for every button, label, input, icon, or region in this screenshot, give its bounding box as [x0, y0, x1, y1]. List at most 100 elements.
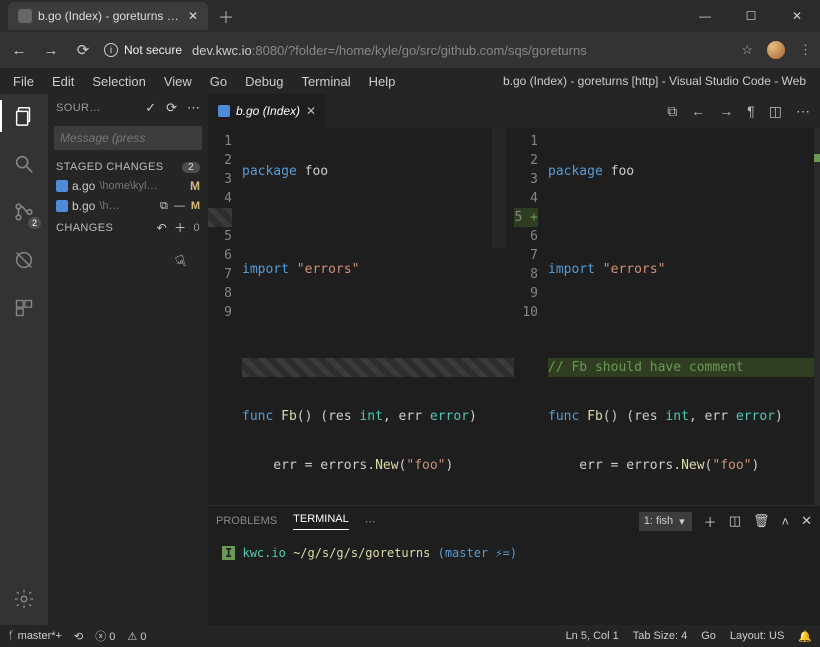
menu-help[interactable]: Help	[360, 71, 405, 92]
stage-all-icon[interactable]: ＋	[174, 219, 186, 236]
code-content[interactable]: package foo import "errors" func Fb() (r…	[242, 128, 514, 505]
search-icon[interactable]	[10, 150, 38, 178]
overview-ruler[interactable]	[814, 128, 820, 505]
close-icon[interactable]: ✕	[306, 104, 316, 118]
errors-status[interactable]: ⓧ 0	[95, 628, 115, 644]
extensions-icon[interactable]	[10, 294, 38, 322]
staged-file-row[interactable]: a.go \home\kyl… M	[48, 176, 208, 196]
close-window-button[interactable]: ✕	[774, 0, 820, 32]
activity-bar: 2	[0, 94, 48, 625]
go-file-icon	[56, 180, 68, 192]
window-controls: — ☐ ✕	[682, 0, 820, 32]
split-editor-icon[interactable]: ◫	[769, 103, 782, 120]
language-mode[interactable]: Go	[701, 630, 716, 642]
next-change-icon[interactable]: →	[719, 103, 733, 120]
explorer-icon[interactable]	[10, 102, 38, 130]
unstage-icon[interactable]: —	[174, 200, 185, 212]
changes-count-badge: 0	[193, 222, 200, 234]
scm-badge: 2	[28, 217, 41, 229]
security-indicator[interactable]: i Not secure	[104, 43, 182, 57]
diff-editor[interactable]: 1234 56789 package foo import "errors" f…	[208, 128, 820, 505]
line-gutter: 1234 56789	[208, 128, 242, 505]
browser-tab-strip: b.go (Index) - goreturns [http] - V ✕ ＋	[0, 0, 234, 32]
editor-tabs: b.go (Index) ✕ ⧉ ← → ¶ ◫ ⋯	[208, 94, 820, 128]
menu-edit[interactable]: Edit	[43, 71, 83, 92]
tab-size[interactable]: Tab Size: 4	[633, 630, 687, 642]
browser-menu-icon[interactable]: ⋮	[799, 42, 812, 58]
menu-view[interactable]: View	[155, 71, 201, 92]
modified-badge: M	[191, 200, 200, 212]
settings-gear-icon[interactable]	[10, 585, 38, 613]
editor-area: b.go (Index) ✕ ⧉ ← → ¶ ◫ ⋯ 1234 56789 pa…	[208, 94, 820, 625]
scm-icon[interactable]: 2	[10, 198, 38, 226]
scm-sidebar: SOUR… ✓ ⟳ ⋯ Message (press STAGED CHANGE…	[48, 94, 208, 625]
menu-terminal[interactable]: Terminal	[292, 71, 359, 92]
commit-icon[interactable]: ✓	[145, 100, 156, 116]
commit-message-input[interactable]: Message (press	[54, 126, 202, 150]
minimap[interactable]	[492, 128, 506, 248]
info-icon: i	[104, 43, 118, 57]
kill-terminal-icon[interactable]: 🗑	[753, 513, 770, 529]
browser-tab[interactable]: b.go (Index) - goreturns [http] - V ✕	[8, 2, 208, 30]
notifications-icon[interactable]: 🔔	[798, 630, 812, 643]
sidebar-title: SOUR…	[56, 102, 137, 114]
warnings-status[interactable]: ⚠ 0	[127, 630, 146, 643]
back-button[interactable]: ←	[8, 42, 30, 59]
line-gutter: 12345 +678910	[514, 128, 548, 505]
profile-avatar-icon[interactable]	[767, 41, 785, 59]
whitespace-icon[interactable]: ¶	[747, 103, 755, 120]
diff-left-pane[interactable]: 1234 56789 package foo import "errors" f…	[208, 128, 514, 505]
sync-icon[interactable]: ⟲	[74, 630, 83, 643]
reload-button[interactable]: ⟳	[72, 41, 94, 59]
go-file-icon	[56, 200, 68, 212]
terminal-body[interactable]: I kwc.io ~/g/s/g/s/goreturns (master ⚡=)	[208, 536, 820, 625]
editor-more-icon[interactable]: ⋯	[796, 103, 810, 120]
code-content[interactable]: package foo import "errors" // Fb should…	[548, 128, 820, 505]
discard-icon[interactable]: ↶	[157, 221, 167, 235]
debug-icon[interactable]	[10, 246, 38, 274]
app-title: b.go (Index) - goreturns [http] - Visual…	[503, 74, 806, 88]
close-panel-icon[interactable]: ✕	[801, 513, 812, 529]
status-bar: ᚶ master*+ ⟲ ⓧ 0 ⚠ 0 Ln 5, Col 1 Tab Siz…	[0, 625, 820, 647]
cursor-position[interactable]: Ln 5, Col 1	[566, 630, 619, 642]
url-input[interactable]: dev.kwc.io:8080/?folder=/home/kyle/go/sr…	[192, 43, 731, 58]
modified-badge: M	[190, 179, 200, 193]
more-icon[interactable]: ⋯	[187, 100, 200, 116]
minimize-button[interactable]: —	[682, 0, 728, 32]
vscode-menubar: File Edit Selection View Go Debug Termin…	[0, 68, 820, 94]
terminal-selector[interactable]: 1: fish▾	[639, 512, 692, 531]
problems-tab[interactable]: PROBLEMS	[216, 515, 277, 527]
new-tab-button[interactable]: ＋	[218, 4, 234, 28]
open-file-icon[interactable]: ⧉	[667, 103, 677, 120]
menu-file[interactable]: File	[4, 71, 43, 92]
panel-more-icon[interactable]: ⋯	[365, 515, 376, 528]
terminal-tab[interactable]: TERMINAL	[293, 513, 349, 530]
menu-selection[interactable]: Selection	[83, 71, 154, 92]
chevron-down-icon: ▾	[679, 515, 685, 528]
split-terminal-icon[interactable]: ◫	[729, 513, 741, 529]
bottom-panel: PROBLEMS TERMINAL ⋯ 1: fish▾ ＋ ◫ 🗑 ˄ ✕ I	[208, 505, 820, 625]
bookmark-icon[interactable]: ☆	[741, 42, 753, 58]
vi-mode-indicator: I	[222, 546, 235, 560]
branch-status[interactable]: ᚶ master*+	[8, 630, 62, 642]
menu-debug[interactable]: Debug	[236, 71, 292, 92]
new-terminal-icon[interactable]: ＋	[704, 512, 717, 531]
maximize-button[interactable]: ☐	[728, 0, 774, 32]
changes-header[interactable]: CHANGES ↶ ＋ 0	[48, 216, 208, 239]
editor-tab[interactable]: b.go (Index) ✕	[208, 94, 327, 128]
refresh-icon[interactable]: ⟳	[166, 100, 177, 116]
close-icon[interactable]: ✕	[188, 9, 198, 23]
staged-file-row[interactable]: b.go \h… ⧉ — M	[48, 196, 208, 216]
keyboard-layout[interactable]: Layout: US	[730, 630, 784, 642]
maximize-panel-icon[interactable]: ˄	[782, 514, 790, 529]
prev-change-icon[interactable]: ←	[691, 103, 705, 120]
browser-tab-title: b.go (Index) - goreturns [http] - V	[38, 9, 182, 23]
staged-count-badge: 2	[182, 162, 200, 173]
added-line: // Fb should have comment	[548, 360, 744, 375]
menu-go[interactable]: Go	[201, 71, 236, 92]
favicon	[18, 9, 32, 23]
open-file-icon[interactable]: ⧉	[160, 200, 168, 213]
forward-button[interactable]: →	[40, 42, 62, 59]
staged-changes-header[interactable]: STAGED CHANGES 2	[48, 158, 208, 176]
diff-right-pane[interactable]: 12345 +678910 package foo import "errors…	[514, 128, 820, 505]
